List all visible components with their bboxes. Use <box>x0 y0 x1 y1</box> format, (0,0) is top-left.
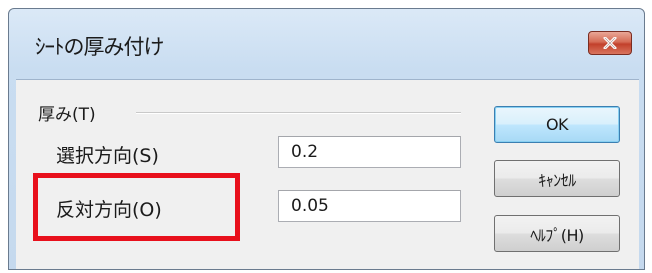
group-divider <box>136 112 461 114</box>
cancel-button[interactable]: ｷｬﾝｾﾙ <box>494 160 620 197</box>
opposite-direction-input[interactable] <box>278 190 461 222</box>
selection-direction-label: 選択方向(S) <box>56 145 159 167</box>
close-button[interactable] <box>588 31 632 55</box>
selection-direction-input[interactable] <box>278 136 461 168</box>
help-button[interactable]: ﾍﾙﾌﾟ(H) <box>494 215 620 252</box>
thickness-group-label: 厚み(T) <box>38 100 104 125</box>
dialog-window: ｼｰﾄの厚み付け 厚み(T) 選択方向(S) 反対方向(O) OK ｷｬﾝｾﾙ … <box>8 8 645 270</box>
dialog-client-area: 厚み(T) 選択方向(S) 反対方向(O) OK ｷｬﾝｾﾙ ﾍﾙﾌﾟ(H) <box>16 79 639 269</box>
annotation-highlight-box <box>33 173 240 241</box>
title-bar[interactable]: ｼｰﾄの厚み付け <box>9 9 644 73</box>
dialog-title: ｼｰﾄの厚み付け <box>35 35 164 59</box>
ok-button[interactable]: OK <box>494 106 620 143</box>
close-icon <box>603 37 617 49</box>
